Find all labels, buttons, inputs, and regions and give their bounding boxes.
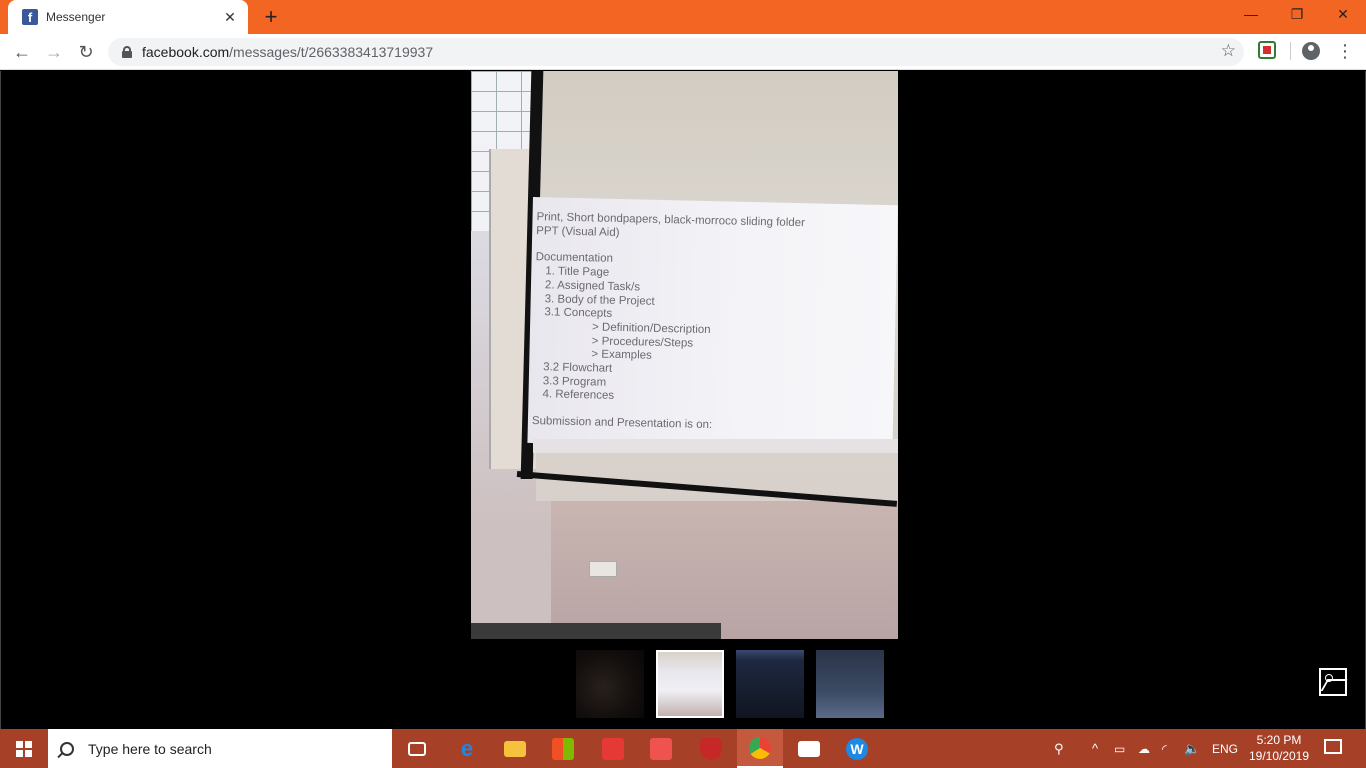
volume-icon[interactable]: 🔈 [1184,729,1200,768]
window-close-button[interactable]: ✕ [1320,0,1366,30]
back-button[interactable]: ← [8,38,36,66]
shield-icon [700,737,722,760]
extension-icon[interactable] [1258,41,1276,59]
folder-icon [504,740,526,757]
new-tab-button[interactable]: + [258,4,284,30]
projected-taskbar [533,439,898,453]
notification-icon[interactable] [1324,739,1342,754]
clock-date: 19/10/2019 [1248,749,1310,763]
forward-button[interactable]: → [40,38,68,66]
profile-avatar-icon[interactable] [1302,42,1320,60]
thumbnail-4[interactable] [816,650,884,718]
reader-button[interactable] [590,729,636,768]
store-button[interactable] [540,729,586,768]
thumbnail-2-selected[interactable] [656,650,724,718]
chrome-icon [749,736,771,759]
address-bar[interactable]: facebook.com/messages/t/2663383413719937… [108,38,1244,66]
wps-button[interactable]: W [834,729,880,768]
taskbar-clock[interactable]: 5:20 PM 19/10/2019 [1244,732,1314,764]
clock-time: 5:20 PM [1256,733,1302,747]
toolbar-divider [1290,42,1291,60]
search-placeholder: Type here to search [88,740,212,757]
wall-outlet [589,561,617,577]
photo-floor [471,623,721,639]
gallery-icon[interactable] [1319,668,1347,696]
reload-button[interactable]: ↻ [72,38,100,66]
tab-messenger[interactable]: f Messenger ✕ [8,0,248,34]
browser-menu-icon[interactable]: ⋮ [1336,38,1354,64]
pdf-icon [650,737,672,760]
windows-start-icon[interactable] [16,741,32,757]
store-icon [552,737,574,760]
pdf-app-button[interactable] [638,729,684,768]
book-icon [602,737,624,760]
thumbnail-1[interactable] [576,650,644,718]
lock-icon[interactable] [122,46,132,58]
chrome-button[interactable] [737,729,783,768]
wps-icon: W [846,737,868,760]
edge-icon: e [460,735,474,761]
tab-close-icon[interactable]: ✕ [222,9,238,26]
projected-slide: Print, Short bondpapers, black-morroco s… [527,197,898,452]
edge-button[interactable]: e [444,729,490,768]
network-disconnected-icon[interactable]: ☁ [1138,729,1150,768]
viewed-photo[interactable]: Print, Short bondpapers, black-morroco s… [471,71,898,639]
language-indicator[interactable]: ENG [1212,729,1238,768]
tray-chevron-icon[interactable]: ^ [1092,729,1098,768]
browser-tab-strip: f Messenger ✕ + — ❐ ✕ [0,0,1366,34]
browser-toolbar: ← → ↻ facebook.com/messages/t/2663383413… [0,34,1366,70]
mcafee-button[interactable] [688,729,734,768]
task-view-button[interactable] [394,729,440,768]
restore-button[interactable]: ❐ [1274,0,1320,30]
thumbnail-3[interactable] [736,650,804,718]
bookmark-star-icon[interactable]: ☆ [1221,41,1236,61]
task-view-icon [408,741,426,756]
search-icon [60,741,74,756]
people-icon[interactable]: ⚲ [1054,729,1064,768]
mail-icon [798,740,820,757]
url-path: /messages/t/2663383413719937 [229,44,434,60]
windows-taskbar: Type here to search e W ⚲ ^ ▭ ☁ ◜ 🔈 ENG … [0,729,1366,768]
file-explorer-button[interactable] [492,729,538,768]
facebook-favicon-icon: f [22,9,38,25]
minimize-button[interactable]: — [1228,0,1274,30]
photo-viewer: Print, Short bondpapers, black-morroco s… [0,71,1366,729]
url-host: facebook.com [142,44,230,60]
wifi-icon[interactable]: ◜ [1162,729,1167,768]
thumbnail-strip [576,650,884,718]
taskbar-search-box[interactable]: Type here to search [48,729,392,768]
tab-title: Messenger [46,10,106,24]
mail-button[interactable] [786,729,832,768]
battery-icon[interactable]: ▭ [1114,729,1125,768]
